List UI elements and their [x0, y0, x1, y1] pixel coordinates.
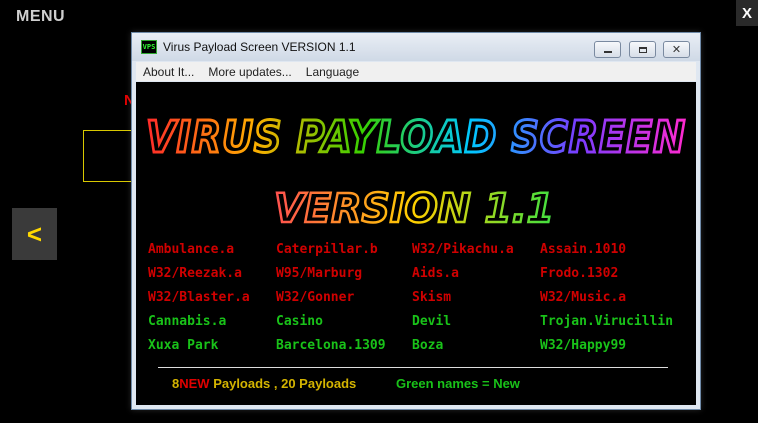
- menu-language[interactable]: Language: [299, 65, 366, 79]
- payload-row: Cannabis.a Casino Devil Trojan.Virucillin: [148, 314, 688, 338]
- back-button[interactable]: <: [12, 208, 57, 260]
- payload-grid: Ambulance.a Caterpillar.b W32/Pikachu.a Ass…: [148, 242, 688, 362]
- payload-item[interactable]: W32/Reezak.a: [148, 266, 242, 281]
- payload-item[interactable]: Devil: [412, 314, 451, 329]
- payload-item[interactable]: Boza: [412, 338, 443, 353]
- close-button[interactable]: X: [736, 0, 758, 26]
- payload-item[interactable]: Cannabis.a: [148, 314, 226, 329]
- menu-more-updates[interactable]: More updates...: [201, 65, 298, 79]
- payload-item[interactable]: W32/Gonner: [276, 290, 354, 305]
- payload-item[interactable]: W32/Pikachu.a: [412, 242, 514, 257]
- window-title: Virus Payload Screen VERSION 1.1: [163, 40, 356, 54]
- new-word: NEW: [179, 376, 210, 391]
- minimize-icon: [603, 51, 612, 53]
- payload-item[interactable]: Assain.1010: [540, 242, 626, 257]
- payload-item[interactable]: W95/Marburg: [276, 266, 362, 281]
- menu-about[interactable]: About It...: [136, 65, 201, 79]
- payload-item[interactable]: W32/Happy99: [540, 338, 626, 353]
- window-titlebar[interactable]: VPS Virus Payload Screen VERSION 1.1 ✕: [132, 33, 700, 61]
- window-close-button[interactable]: ✕: [663, 41, 690, 58]
- app-icon: VPS: [141, 40, 157, 54]
- payload-item[interactable]: Trojan.Virucillin: [540, 314, 673, 329]
- payload-item[interactable]: Aids.a: [412, 266, 459, 281]
- minimize-button[interactable]: [594, 41, 621, 58]
- window-content: VIRUS PAYLOAD SCREEN VERSION 1.1 Ambulan…: [136, 82, 696, 405]
- payload-item[interactable]: Barcelona.1309: [276, 338, 386, 353]
- maximize-button[interactable]: [629, 41, 656, 58]
- banner-logo: VIRUS PAYLOAD SCREEN VERSION 1.1: [145, 111, 687, 234]
- payload-item[interactable]: Frodo.1302: [540, 266, 618, 281]
- payload-item[interactable]: Xuxa Park: [148, 338, 218, 353]
- payload-item[interactable]: Ambulance.a: [148, 242, 234, 257]
- maximize-icon: [638, 46, 647, 53]
- payload-item[interactable]: W32/Music.a: [540, 290, 626, 305]
- payload-item[interactable]: Casino: [276, 314, 323, 329]
- payload-count-text: Payloads , 20 Payloads: [209, 376, 357, 391]
- window-menubar: About It... More updates... Language: [136, 62, 696, 81]
- banner-version: VERSION 1.1: [274, 186, 554, 232]
- payload-item[interactable]: Skism: [412, 290, 451, 305]
- banner-title: VIRUS PAYLOAD SCREEN: [146, 112, 686, 163]
- payload-item[interactable]: Caterpillar.b: [276, 242, 378, 257]
- payload-row: Xuxa Park Barcelona.1309 Boza W32/Happy99: [148, 338, 688, 362]
- footer-divider: [158, 367, 668, 368]
- payload-row: W32/Reezak.a W95/Marburg Aids.a Frodo.1302: [148, 266, 688, 290]
- payload-row: Ambulance.a Caterpillar.b W32/Pikachu.a Ass…: [148, 242, 688, 266]
- yellow-outline-box: [83, 130, 133, 182]
- close-icon: ✕: [671, 43, 682, 56]
- payload-summary: 8NEW Payloads , 20 Payloads Green names …: [172, 376, 520, 391]
- legend-text: Green names = New: [396, 376, 520, 391]
- payload-item[interactable]: W32/Blaster.a: [148, 290, 250, 305]
- payload-window: VPS Virus Payload Screen VERSION 1.1 ✕ A…: [131, 32, 701, 410]
- payload-row: W32/Blaster.a W32/Gonner Skism W32/Music.a: [148, 290, 688, 314]
- menu-label[interactable]: MENU: [16, 8, 65, 26]
